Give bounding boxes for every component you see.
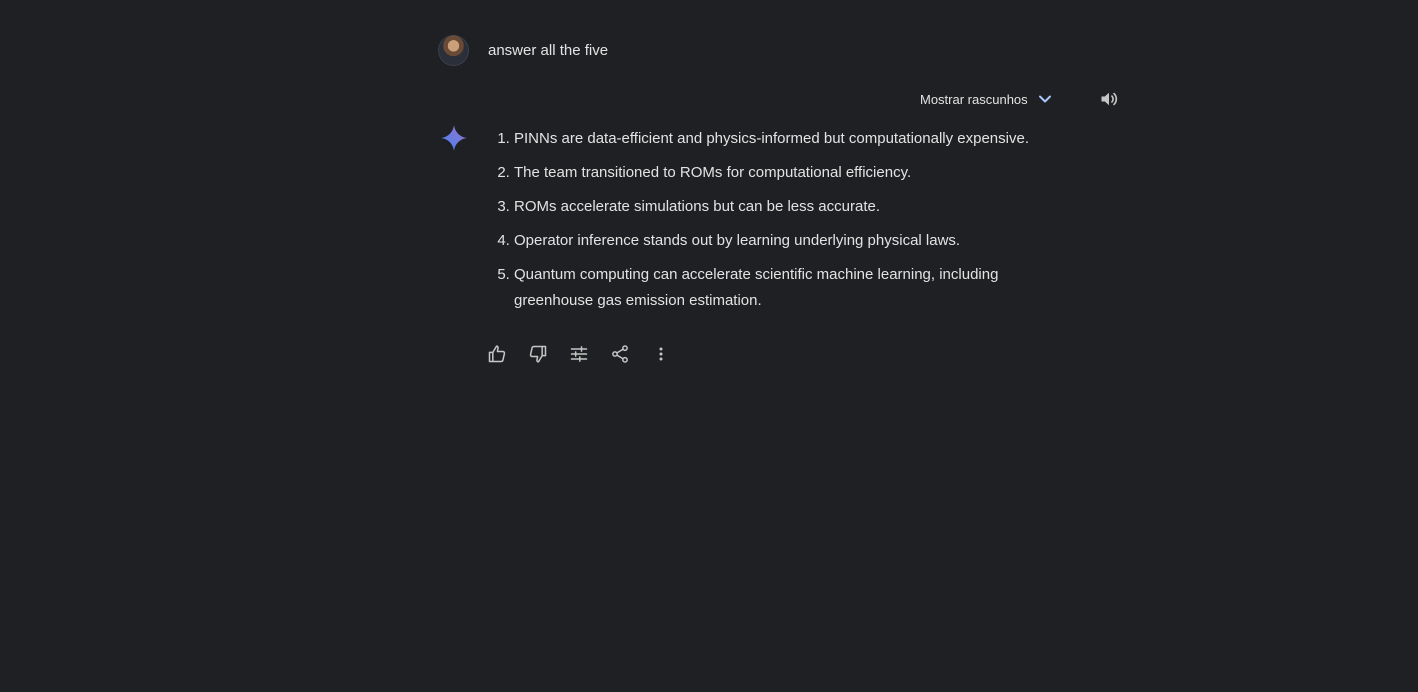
share-icon[interactable] bbox=[609, 343, 631, 365]
tune-icon[interactable] bbox=[568, 343, 590, 365]
thumb-up-icon[interactable] bbox=[486, 343, 508, 365]
response-list: PINNs are data-efficient and physics-inf… bbox=[488, 126, 1068, 314]
list-item: PINNs are data-efficient and physics-inf… bbox=[514, 126, 1068, 152]
volume-up-icon[interactable] bbox=[1098, 88, 1120, 110]
more-vertical-icon[interactable] bbox=[650, 343, 672, 365]
user-message: answer all the five bbox=[438, 35, 608, 66]
gemini-sparkle-icon bbox=[440, 124, 468, 152]
list-item: The team transitioned to ROMs for comput… bbox=[514, 160, 1068, 186]
show-drafts-button[interactable]: Mostrar rascunhos bbox=[920, 88, 1052, 110]
list-item: Quantum computing can accelerate scienti… bbox=[514, 262, 1068, 314]
chevron-down-icon[interactable] bbox=[1038, 92, 1052, 106]
user-prompt-text: answer all the five bbox=[488, 42, 609, 59]
thumb-down-icon[interactable] bbox=[527, 343, 549, 365]
list-item: Operator inference stands out by learnin… bbox=[514, 228, 1068, 254]
conversation-page: answer all the five Mostrar rascunhos 1.… bbox=[0, 0, 1418, 692]
response-actions-bar bbox=[486, 343, 691, 365]
show-drafts-label: Mostrar rascunhos bbox=[920, 91, 1028, 107]
response-body: PINNs are data-efficient and physics-inf… bbox=[488, 126, 1068, 322]
list-item: ROMs accelerate simulations but can be l… bbox=[514, 194, 1068, 220]
avatar[interactable] bbox=[438, 35, 469, 66]
